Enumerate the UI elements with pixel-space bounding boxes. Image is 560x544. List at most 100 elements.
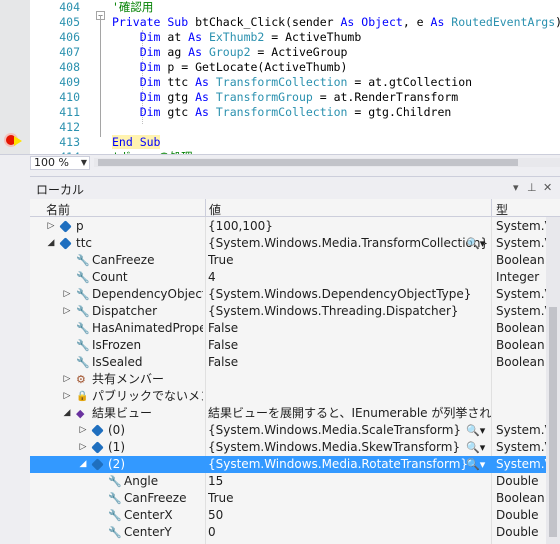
variable-value[interactable]: False	[208, 320, 491, 337]
code-token: = ActiveThumb	[264, 30, 362, 44]
variable-value[interactable]: 4	[208, 269, 491, 286]
locals-row[interactable]: 🔧 CenterX 50 Double	[30, 507, 546, 524]
variable-value[interactable]: {System.Windows.Threading.Dispatcher}	[208, 303, 491, 320]
code-line[interactable]: Dim ag As Group2 = ActiveGroup	[112, 45, 560, 60]
expand-arrow-icon[interactable]: ▷	[78, 439, 88, 456]
column-value[interactable]: 値	[209, 201, 221, 218]
expand-arrow-icon[interactable]: ▷	[62, 388, 72, 405]
column-type[interactable]: 型	[496, 201, 508, 218]
property-icon: 🔧	[108, 509, 122, 522]
code-line[interactable]: Dim at As ExThumb2 = ActiveThumb	[112, 30, 560, 45]
locals-row[interactable]: ▷ ⚙ 共有メンバー	[30, 371, 546, 388]
scrollbar-thumb[interactable]	[549, 307, 557, 537]
object-icon	[59, 220, 72, 233]
window-menu-icon[interactable]: ▾	[513, 181, 519, 194]
variable-value[interactable]: {System.Windows.Media.RotateTransform}	[208, 456, 491, 473]
close-icon[interactable]: ✕	[543, 181, 552, 194]
code-line[interactable]	[112, 120, 560, 135]
code-line[interactable]: Dim gtc As TransformCollection = gtg.Chi…	[112, 105, 560, 120]
object-icon	[91, 441, 104, 454]
code-line[interactable]: Dim gtg As TransformGroup = at.RenderTra…	[112, 90, 560, 105]
locals-row[interactable]: ▷ (1) {System.Windows.Media.SkewTransform}…	[30, 439, 546, 456]
outline-guide	[100, 15, 101, 137]
locals-row[interactable]: ◢ ttc {System.Windows.Media.TransformColle…	[30, 235, 546, 252]
variable-name: Dispatcher	[92, 304, 158, 318]
property-icon: 🔧	[76, 271, 90, 284]
variable-value[interactable]: False	[208, 337, 491, 354]
collapse-arrow-icon[interactable]: ◢	[46, 235, 56, 252]
variable-value[interactable]: True	[208, 490, 491, 507]
variable-value[interactable]: True	[208, 252, 491, 269]
shared-members-icon: ⚙	[76, 373, 86, 386]
locals-row[interactable]: 🔧 HasAnimatedProper False Boolean	[30, 320, 546, 337]
locals-row[interactable]: ▷ p {100,100} System.V	[30, 218, 546, 235]
variable-value[interactable]: {System.Windows.DependencyObjectType}	[208, 286, 491, 303]
variable-type: System.V	[496, 236, 546, 250]
collapse-arrow-icon[interactable]: ◢	[78, 456, 88, 473]
indicator-margin[interactable]	[0, 0, 30, 154]
variable-type: Boolean	[496, 338, 545, 352]
column-name[interactable]: 名前	[46, 201, 70, 218]
locals-row[interactable]: ▷ 🔒パブリックでないメンバ	[30, 388, 546, 405]
locals-title-bar[interactable]: ローカル ▾ ⊥ ✕	[30, 177, 560, 199]
variable-type: Double	[496, 474, 539, 488]
code-token: ag	[167, 45, 189, 59]
code-line[interactable]: Dim p = GetLocate(ActiveThumb)	[112, 60, 560, 75]
non-public-icon: 🔒	[76, 391, 89, 402]
variable-name: CenterY	[124, 525, 172, 539]
visualizer-search-icon[interactable]: 🔍▾	[466, 456, 485, 473]
code-line[interactable]: End Sub	[112, 135, 560, 150]
locals-title: ローカル	[36, 183, 85, 197]
code-lines[interactable]: '確認用 Private Sub btChack_Click(sender As …	[112, 0, 560, 154]
column-divider[interactable]	[205, 199, 206, 217]
locals-row[interactable]: 🔧 IsFrozen False Boolean	[30, 337, 546, 354]
locals-row[interactable]: ▷ 🔧 Dispatcher {System.Windows.Threading.Di…	[30, 303, 546, 320]
locals-row[interactable]: ▷ (0) {System.Windows.Media.ScaleTransform…	[30, 422, 546, 439]
horizontal-scrollbar[interactable]	[94, 158, 560, 167]
locals-row[interactable]: ◢ (2) {System.Windows.Media.RotateTransfor…	[30, 456, 546, 473]
locals-row[interactable]: 🔧 Angle 15 Double	[30, 473, 546, 490]
locals-row[interactable]: 🔧 CenterY 0 Double	[30, 524, 546, 541]
variable-value[interactable]: 0	[208, 524, 491, 541]
variable-value[interactable]: {System.Windows.Media.TransformCollectio…	[208, 235, 491, 252]
code-token: End Sub	[112, 135, 161, 149]
variable-value[interactable]: 15	[208, 473, 491, 490]
locals-row[interactable]: ◢ ◆ 結果ビュー 結果ビューを展開すると、IEnumerable が列挙されます。	[30, 405, 546, 422]
variable-value[interactable]: {System.Windows.Media.SkewTransform}	[208, 439, 491, 456]
visualizer-search-icon[interactable]: 🔍▾	[466, 422, 485, 439]
locals-row[interactable]: 🔧 Count 4 Integer	[30, 269, 546, 286]
code-token: Dim	[112, 45, 168, 59]
variable-value[interactable]: 結果ビューを展開すると、IEnumerable が列挙されます。	[208, 405, 491, 422]
scrollbar-thumb[interactable]	[98, 159, 518, 166]
variable-value[interactable]: {System.Windows.Media.ScaleTransform}	[208, 422, 491, 439]
locals-row[interactable]: 🔧 IsSealed False Boolean	[30, 354, 546, 371]
code-line[interactable]: Private Sub btChack_Click(sender As Obje…	[112, 15, 560, 30]
line-number: 405	[59, 15, 80, 29]
object-icon	[91, 458, 104, 471]
expand-arrow-icon[interactable]: ▷	[62, 303, 72, 320]
code-line[interactable]: '確認用	[112, 0, 560, 15]
expand-arrow-icon[interactable]: ▷	[62, 371, 72, 388]
visualizer-search-icon[interactable]: 🔍▾	[466, 439, 485, 456]
expand-arrow-icon[interactable]: ▷	[78, 422, 88, 439]
expand-arrow-icon[interactable]: ▷	[46, 218, 56, 235]
variable-value[interactable]: 50	[208, 507, 491, 524]
code-token: Dim	[112, 90, 168, 104]
expand-arrow-icon[interactable]: ▷	[62, 286, 72, 303]
column-divider[interactable]	[491, 199, 492, 217]
current-statement-arrow-icon	[14, 136, 22, 146]
visualizer-search-icon[interactable]: 🔍▾	[466, 235, 485, 252]
vertical-scrollbar[interactable]	[546, 217, 560, 544]
variable-name: IsSealed	[92, 355, 143, 369]
variable-value[interactable]: {100,100}	[208, 218, 491, 235]
locals-row[interactable]: ▷ 🔧DependencyObjectTy {System.Windows.Depe…	[30, 286, 546, 303]
code-editor[interactable]: 404405406407408409410411412413414 − '確認用…	[0, 0, 560, 154]
locals-row[interactable]: 🔧 CanFreeze True Boolean	[30, 490, 546, 507]
collapse-arrow-icon[interactable]: ◢	[62, 405, 72, 422]
variable-value[interactable]: False	[208, 354, 491, 371]
variable-name: HasAnimatedProper	[92, 321, 203, 335]
pin-icon[interactable]: ⊥	[527, 181, 537, 194]
zoom-dropdown[interactable]: 100 % ▼	[30, 156, 90, 170]
code-line[interactable]: Dim ttc As TransformCollection = at.gtCo…	[112, 75, 560, 90]
locals-row[interactable]: 🔧 CanFreeze True Boolean	[30, 252, 546, 269]
